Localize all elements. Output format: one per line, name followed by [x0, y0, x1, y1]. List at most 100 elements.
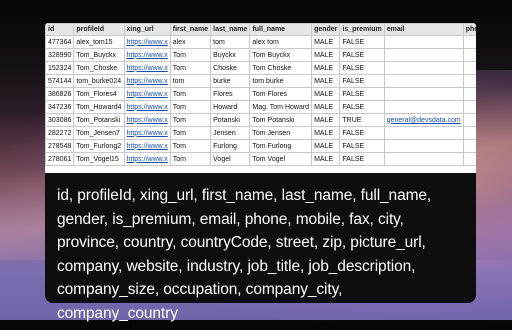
table-cell: MALE	[311, 113, 341, 127]
table-cell: Tom_Howard4	[73, 100, 125, 114]
table-cell: Tom	[169, 113, 212, 127]
table-body: 477364 alex_tom15 https://www.x alex tom alex…	[45, 35, 476, 166]
table-cell: MALE	[311, 74, 341, 88]
table-cell	[383, 61, 464, 75]
table-cell: FALSE	[339, 152, 385, 166]
table-cell	[462, 113, 476, 127]
table-cell: Tom Jensen	[249, 126, 313, 140]
table-cell: Tom Buyckx	[249, 48, 313, 62]
table-cell[interactable]: https://www.x	[123, 87, 171, 101]
table-cell	[383, 48, 464, 62]
table-cell: MALE	[311, 35, 341, 49]
table-cell: 386826	[45, 87, 75, 101]
table-cell: FALSE	[339, 35, 385, 49]
column-header: last_name	[210, 23, 251, 36]
table-cell: alex_tom15	[73, 35, 125, 49]
table-cell: 328990	[45, 48, 75, 62]
table-row: 574144 tom_burke024 https://www.x tom burke t…	[45, 74, 476, 88]
table-cell: MALE	[311, 139, 341, 153]
table-cell[interactable]: https://www.x	[123, 139, 171, 153]
table-cell: Tom_Furlong2	[73, 139, 125, 153]
table-cell: MALE	[311, 152, 341, 166]
table-cell	[462, 152, 476, 166]
table-cell: Potanski	[210, 113, 251, 127]
table-cell: tom_burke024	[73, 74, 125, 88]
table-row: 347236 Tom_Howard4 https://www.x Tom Howard M…	[45, 100, 476, 114]
table-cell: MALE	[311, 87, 341, 101]
column-header: is_premium	[339, 23, 385, 36]
column-header: gender	[311, 23, 341, 36]
table-cell	[383, 35, 464, 49]
column-header: full_name	[249, 23, 313, 36]
table-cell[interactable]: https://www.x	[123, 48, 171, 62]
table-cell[interactable]: general@devsdata.com	[383, 113, 464, 127]
table-cell: Furlong	[210, 139, 251, 153]
table-cell: Tom_Potanski	[73, 113, 125, 127]
table-cell[interactable]: https://www.x	[123, 61, 171, 75]
table-cell	[383, 139, 464, 153]
fields-panel: id, profileId, xing_url, first_name, las…	[45, 173, 476, 322]
table-cell: Mag. Tom Howard	[249, 100, 313, 114]
table-header-row: id profileId xing_url first_name last_name fu…	[45, 23, 476, 36]
table-cell: 152324	[45, 61, 75, 75]
table-cell: Buyckx	[210, 48, 251, 62]
table-cell: Tom	[169, 87, 212, 101]
table-cell: tom	[210, 35, 251, 49]
column-header: first_name	[169, 23, 212, 36]
table-row: 477364 alex_tom15 https://www.x alex tom alex…	[45, 35, 476, 49]
table-cell: Tom	[169, 61, 212, 75]
column-header: id	[45, 23, 75, 36]
table-cell[interactable]: https://www.x	[123, 152, 171, 166]
table-cell: 278061	[45, 152, 75, 166]
table-cell: MALE	[311, 48, 341, 62]
table-cell: Tom Potanski	[249, 113, 313, 127]
table-cell: Vogel	[210, 152, 251, 166]
table-cell: MALE	[311, 61, 341, 75]
table-cell: 347236	[45, 100, 75, 114]
table-cell: Tom Choske	[249, 61, 313, 75]
table-cell: Tom_Vogel15	[73, 152, 125, 166]
table-cell: FALSE	[339, 100, 385, 114]
table-row: 386826 Tom_Flores4 https://www.x Tom Flores T…	[45, 87, 476, 101]
table-cell: TRUE	[339, 113, 385, 127]
table-cell[interactable]: https://www.x	[123, 100, 171, 114]
table-row: 278548 Tom_Furlong2 https://www.x Tom Furlon…	[45, 139, 476, 153]
table-row: 152324 Tom_Choske https://www.x Tom Choske To…	[45, 61, 476, 75]
table-cell	[383, 87, 464, 101]
table-cell: MALE	[311, 100, 341, 114]
table-row: 282272 Tom_Jensen7 https://www.x Tom Jensen T…	[45, 126, 476, 140]
table-cell: Jensen	[210, 126, 251, 140]
table-cell	[462, 126, 476, 140]
spreadsheet-preview: id profileId xing_url first_name last_name fu…	[45, 23, 476, 173]
column-header: phone	[462, 23, 476, 36]
table-cell: Tom_Choske	[73, 61, 125, 75]
table-cell: Tom	[169, 100, 212, 114]
table-cell[interactable]: https://www.x	[123, 126, 171, 140]
column-header: email	[383, 23, 464, 36]
table-cell	[383, 152, 464, 166]
table-cell: 278548	[45, 139, 75, 153]
table-cell: FALSE	[339, 74, 385, 88]
table-cell	[462, 48, 476, 62]
table-cell: Choske	[210, 61, 251, 75]
table-cell	[462, 100, 476, 114]
table-cell[interactable]: https://www.x	[123, 113, 171, 127]
table-cell: Tom	[169, 152, 212, 166]
table-cell: Tom	[169, 126, 212, 140]
table-cell: Tom_Jensen7	[73, 126, 125, 140]
table-cell	[462, 87, 476, 101]
column-header: xing_url	[123, 23, 171, 36]
table-cell	[383, 126, 464, 140]
table-cell	[462, 139, 476, 153]
table-cell	[462, 61, 476, 75]
table-cell[interactable]: https://www.x	[123, 35, 171, 49]
table-cell: tom	[169, 74, 212, 88]
field-list-text: id, profileId, xing_url, first_name, las…	[57, 187, 432, 322]
table-row: 303086 Tom_Potanski https://www.x Tom Potans…	[45, 113, 476, 127]
table-cell: Tom Vogel	[249, 152, 313, 166]
table-cell[interactable]: https://www.x	[123, 74, 171, 88]
table-cell: Howard	[210, 100, 251, 114]
table-row: 328990 Tom_Buyckx https://www.x Tom Buyckx To…	[45, 48, 476, 62]
table-cell: Flores	[210, 87, 251, 101]
table-cell: tom burke	[249, 74, 313, 88]
